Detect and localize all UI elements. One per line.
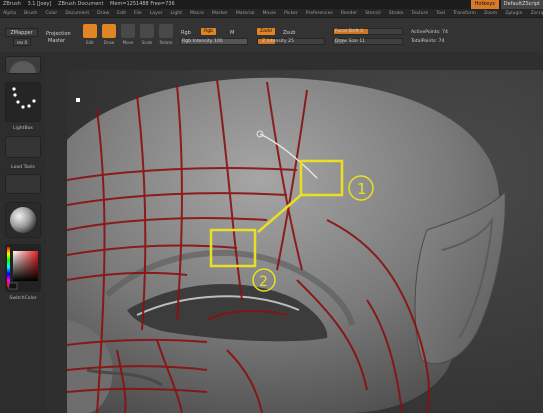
menu-brush[interactable]: Brush: [24, 11, 37, 16]
annotation-label-one: 1: [357, 180, 367, 198]
texture-tile[interactable]: [5, 174, 41, 194]
edit-tool-label: Edit: [86, 40, 94, 45]
menu-stroke[interactable]: Stroke: [389, 11, 404, 16]
memory-readout: Mem=1251488 Free=736: [110, 1, 175, 7]
brush-preview-tile[interactable]: [5, 56, 41, 85]
active-points-readout: ActivePoints: 74: [411, 30, 448, 35]
zmapper-button[interactable]: ZMapper: [5, 28, 38, 37]
color-picker-swatch: [7, 247, 38, 290]
color-picker[interactable]: [5, 244, 41, 292]
menu-preferences[interactable]: Preferences: [306, 11, 333, 16]
title-bar: ZBrush 3.1 [Joey] ZBrush Document Mem=12…: [0, 0, 543, 9]
brush-sphere-icon: [10, 61, 36, 85]
projection-label: Projection: [46, 31, 71, 37]
draw-tool-label: Draw: [103, 40, 115, 45]
menu-movie[interactable]: Movie: [262, 11, 276, 16]
menu-material[interactable]: Material: [236, 11, 255, 16]
alpha-tile[interactable]: [5, 136, 41, 158]
edit-tool-button[interactable]: [83, 24, 97, 38]
menu-alpha[interactable]: Alpha: [3, 11, 16, 16]
dots-stroke-icon: [12, 87, 36, 109]
menu-edit[interactable]: Edit: [117, 11, 126, 16]
zmapper-sub-button[interactable]: rev 0: [13, 38, 31, 46]
zsub-toggle[interactable]: Zsub: [283, 30, 295, 36]
lightbox-button[interactable]: LightBox: [5, 126, 41, 131]
menu-tool[interactable]: Tool: [436, 11, 445, 16]
menu-zoom[interactable]: Zoom: [484, 11, 497, 16]
rotate-tool-label: Rotate: [159, 40, 173, 45]
projection-master-button[interactable]: Master: [48, 38, 65, 44]
hotkeys-button[interactable]: Hotkeys: [470, 0, 499, 9]
app-version: 3.1 [Joey]: [27, 1, 52, 7]
menu-zscript[interactable]: Zscript: [531, 11, 543, 16]
left-shelf: [46, 52, 67, 413]
load-tools-button[interactable]: Load Tools: [5, 165, 41, 170]
z-intensity-label: Z Intensity 25: [262, 39, 294, 44]
menu-document[interactable]: Document: [65, 11, 89, 16]
material-tile[interactable]: [5, 202, 41, 238]
left-tray: LightBox Load Tools SwitchColor: [0, 52, 46, 413]
move-tool-label: Move: [122, 40, 134, 45]
menu-picker[interactable]: Picker: [284, 11, 298, 16]
material-sphere-icon: [10, 207, 36, 233]
menu-render[interactable]: Render: [341, 11, 357, 16]
menu-stencil[interactable]: Stencil: [365, 11, 381, 16]
zadd-toggle[interactable]: Zadd: [257, 28, 275, 35]
menu-light[interactable]: Light: [171, 11, 182, 16]
sculpted-head-model[interactable]: 1 2: [67, 70, 543, 413]
scale-tool-label: Scale: [141, 40, 153, 45]
m-toggle[interactable]: M: [230, 30, 234, 36]
document-name: ZBrush Document: [58, 1, 104, 7]
menu-marker[interactable]: Marker: [212, 11, 228, 16]
menu-transform[interactable]: Transform: [453, 11, 476, 16]
menu-bar: Alpha Brush Color Document Draw Edit File Layer…: [0, 9, 543, 18]
rgb-intensity-label: Rgb Intensity 100: [182, 39, 223, 44]
move-tool-button[interactable]: [121, 24, 135, 38]
menu-texture[interactable]: Texture: [411, 11, 428, 16]
app-name: ZBrush: [3, 1, 21, 7]
top-shelf: ZMapper rev 0 Projection Master Edit Dra…: [0, 18, 543, 52]
menu-macro[interactable]: Macro: [190, 11, 204, 16]
draw-tool-button[interactable]: [102, 24, 116, 38]
annotation-label-two: 2: [259, 274, 268, 290]
menu-color[interactable]: Color: [45, 11, 57, 16]
menu-layer[interactable]: Layer: [150, 11, 163, 16]
menu-file[interactable]: File: [134, 11, 142, 16]
total-points-readout: TotalPoints: 74: [411, 39, 445, 44]
canvas-viewport[interactable]: 1 2: [67, 70, 543, 413]
focal-shift-label: Focal Shift 0: [335, 29, 364, 34]
menu-draw[interactable]: Draw: [97, 11, 109, 16]
switch-color-button[interactable]: SwitchColor: [5, 296, 41, 301]
rgb-label: Rgb: [181, 30, 191, 36]
top-canvas-margin: [67, 52, 543, 70]
canvas-marker-icon: [76, 98, 80, 102]
menu-zplugin[interactable]: Zplugin: [505, 11, 522, 16]
rotate-tool-button[interactable]: [159, 24, 173, 38]
default-zscript-button[interactable]: DefaultZScript: [500, 0, 543, 9]
scale-tool-button[interactable]: [140, 24, 154, 38]
rgb-toggle[interactable]: Rgb: [201, 28, 217, 35]
draw-size-label: Draw Size 11: [335, 39, 366, 44]
stroke-preview-tile[interactable]: [5, 82, 41, 122]
